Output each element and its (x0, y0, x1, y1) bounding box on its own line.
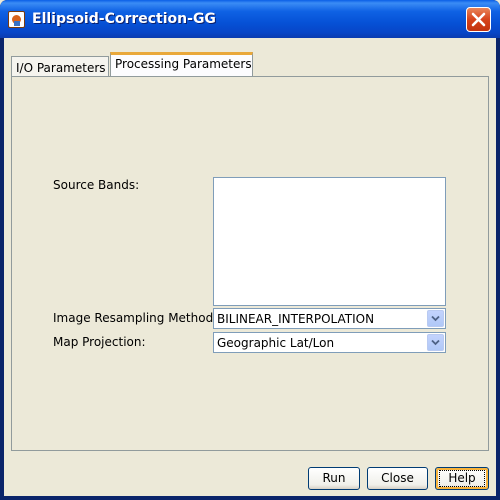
run-button-label: Run (322, 471, 346, 485)
source-bands-list[interactable] (213, 177, 446, 306)
resampling-method-value: BILINEAR_INTERPOLATION (217, 312, 375, 326)
tab-io-parameters-label: I/O Parameters (16, 61, 106, 75)
close-button[interactable]: Close (367, 467, 428, 490)
map-projection-label: Map Projection: (53, 335, 146, 349)
close-button-label: Close (381, 471, 414, 485)
dialog-content: I/O Parameters Processing Parameters Sou… (4, 38, 496, 496)
close-x-icon (471, 12, 486, 27)
help-button[interactable]: Help (435, 467, 489, 490)
java-cup-icon (8, 11, 25, 28)
focus-ring (439, 470, 485, 487)
window-title: Ellipsoid-Correction-GG (32, 11, 216, 27)
chevron-down-icon (431, 315, 440, 322)
map-projection-select[interactable]: Geographic Lat/Lon (213, 332, 446, 353)
source-bands-label: Source Bands: (53, 178, 140, 192)
resampling-dropdown-button[interactable] (427, 310, 444, 327)
title-bar[interactable]: Ellipsoid-Correction-GG (0, 0, 500, 38)
run-button[interactable]: Run (308, 467, 360, 490)
projection-dropdown-button[interactable] (427, 334, 444, 351)
processing-parameters-panel: Source Bands: Image Resampling Method: B… (11, 76, 489, 451)
chevron-down-icon (431, 339, 440, 346)
tab-processing-parameters[interactable]: Processing Parameters (110, 52, 253, 77)
resampling-method-label: Image Resampling Method: (53, 311, 218, 325)
tab-io-parameters[interactable]: I/O Parameters (11, 56, 109, 76)
resampling-method-select[interactable]: BILINEAR_INTERPOLATION (213, 308, 446, 329)
dialog-window: Ellipsoid-Correction-GG I/O Parameters P… (0, 0, 500, 500)
map-projection-value: Geographic Lat/Lon (217, 336, 335, 350)
close-window-button[interactable] (466, 7, 491, 32)
tab-processing-parameters-label: Processing Parameters (115, 57, 252, 71)
